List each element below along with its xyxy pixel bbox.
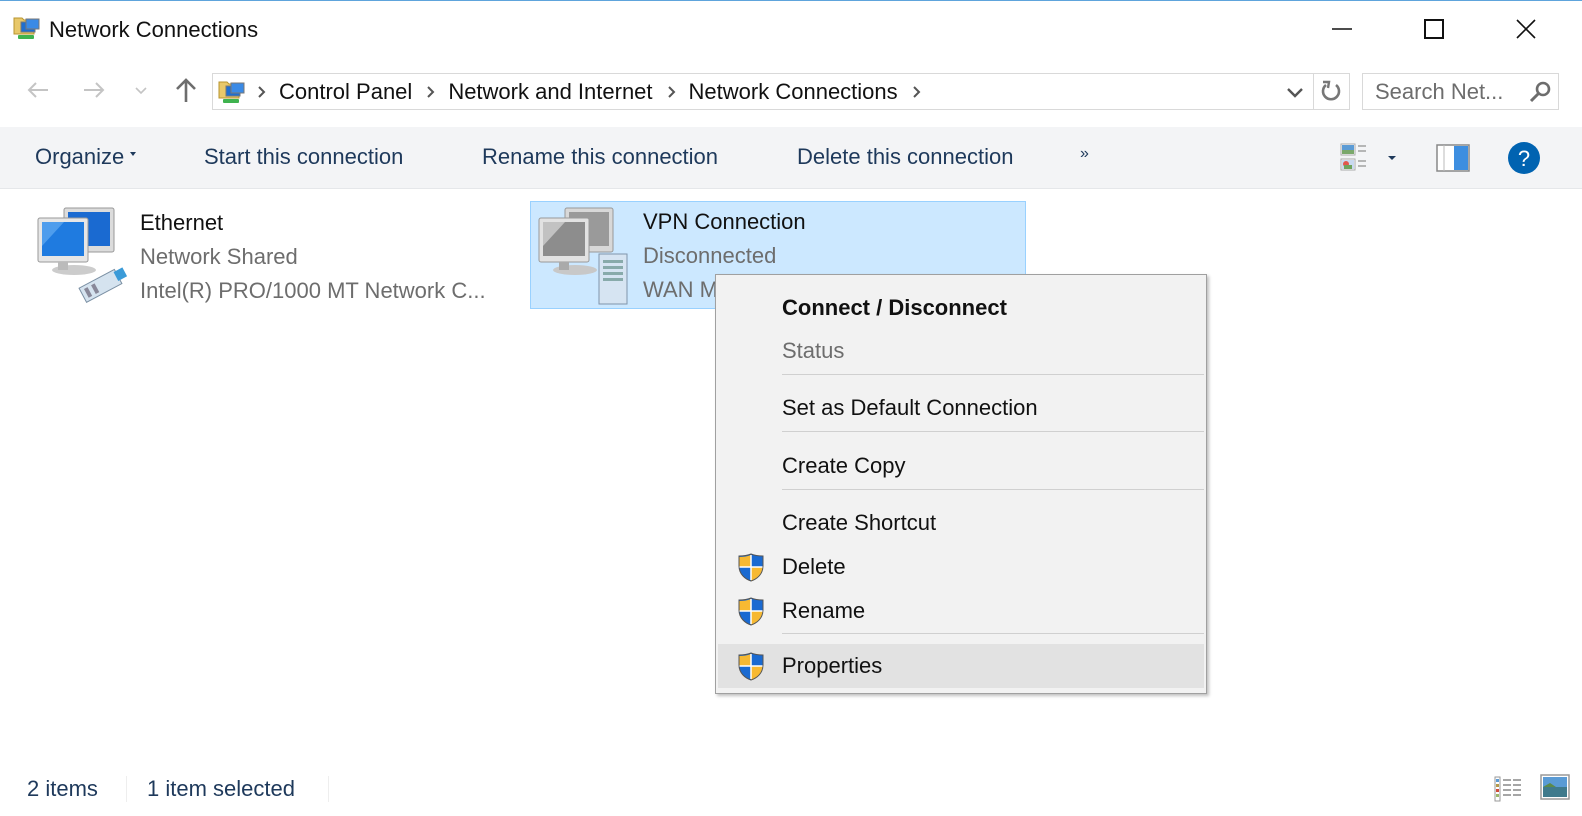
close-icon (1516, 19, 1536, 39)
title-bar: Network Connections (0, 1, 1582, 57)
menu-item-label: Rename (782, 598, 866, 623)
breadcrumb-separator[interactable] (902, 85, 930, 99)
breadcrumb-separator[interactable] (657, 85, 685, 99)
chevron-down-icon (1287, 87, 1303, 98)
uac-shield-icon (738, 652, 764, 681)
connection-name: Ethernet (140, 210, 224, 235)
caret-down-icon (1388, 156, 1396, 160)
menu-item-status: Status (718, 329, 1204, 371)
menu-item-create-shortcut[interactable]: Create Shortcut (718, 501, 1204, 543)
forward-button[interactable] (76, 72, 112, 108)
connection-status: Network Shared (140, 244, 298, 269)
chevron-right-icon (258, 85, 266, 98)
large-icons-view-icon[interactable] (1540, 774, 1570, 800)
menu-item-label: Set as Default Connection (782, 395, 1038, 420)
details-view-icon[interactable] (1494, 774, 1522, 802)
rename-connection-button[interactable]: Rename this connection (482, 144, 718, 170)
uac-shield-icon (738, 553, 764, 582)
address-bar[interactable]: Control Panel Network and Internet Netwo… (212, 73, 1314, 110)
status-selection: 1 item selected (147, 776, 295, 801)
svg-text:?: ? (1518, 146, 1530, 171)
help-icon[interactable]: ? (1506, 140, 1542, 176)
menu-item-create-copy[interactable]: Create Copy (718, 444, 1204, 486)
back-button[interactable] (20, 72, 56, 108)
menu-item-label: Properties (782, 653, 883, 678)
maximize-button[interactable] (1388, 1, 1480, 57)
menu-item-label: Create Shortcut (782, 510, 937, 535)
network-connections-icon (218, 81, 245, 103)
delete-connection-button[interactable]: Delete this connection (797, 144, 1013, 170)
preview-pane-icon[interactable] (1436, 144, 1470, 172)
more-commands-button[interactable]: » (1080, 145, 1089, 163)
recent-locations-button[interactable] (126, 72, 156, 108)
breadcrumb-separator[interactable] (247, 85, 275, 99)
status-divider (126, 776, 127, 802)
close-button[interactable] (1480, 1, 1572, 57)
menu-item-set-default[interactable]: Set as Default Connection (718, 386, 1204, 428)
organize-button[interactable]: Organize (35, 144, 137, 170)
minimize-icon (1332, 28, 1352, 30)
menu-item-delete[interactable]: Delete (718, 545, 1204, 587)
connection-device: Intel(R) PRO/1000 MT Network C... (140, 278, 486, 303)
menu-separator (782, 633, 1204, 634)
search-placeholder: Search Net... (1375, 78, 1504, 104)
connection-name: VPN Connection (643, 209, 806, 234)
minimize-button[interactable] (1296, 1, 1388, 57)
menu-item-connect-disconnect[interactable]: Connect / Disconnect (718, 286, 1204, 328)
window-title: Network Connections (49, 17, 259, 42)
search-icon[interactable] (1522, 80, 1558, 104)
status-item-count: 2 items (27, 776, 98, 801)
up-button[interactable] (168, 72, 204, 108)
ethernet-adapter-icon (37, 207, 128, 304)
uac-shield-icon (738, 597, 764, 626)
status-divider (328, 776, 329, 802)
connection-item-ethernet[interactable]: Ethernet Network Shared Intel(R) PRO/100… (28, 202, 518, 310)
menu-separator (782, 431, 1204, 432)
back-arrow-icon (27, 82, 48, 98)
breadcrumb-control-panel[interactable]: Control Panel (275, 79, 416, 105)
menu-item-rename[interactable]: Rename (718, 589, 1204, 631)
refresh-button[interactable] (1313, 73, 1350, 110)
maximize-icon (1424, 19, 1444, 39)
search-input[interactable]: Search Net... (1362, 73, 1559, 110)
network-connections-icon (13, 17, 40, 39)
address-history-dropdown[interactable] (1277, 74, 1313, 109)
start-connection-button[interactable]: Start this connection (204, 144, 403, 170)
vpn-connection-icon (538, 207, 628, 305)
chevron-right-icon (427, 85, 435, 98)
breadcrumb-network-connections[interactable]: Network Connections (685, 79, 902, 105)
breadcrumb-network-and-internet[interactable]: Network and Internet (444, 79, 656, 105)
command-bar: Organize Start this connection Rename th… (0, 127, 1582, 189)
forward-arrow-icon (84, 82, 105, 98)
menu-item-properties[interactable]: Properties (718, 644, 1204, 688)
connection-status: Disconnected (643, 243, 777, 268)
menu-item-label: Delete (782, 554, 846, 579)
connection-device: WAN M (643, 277, 718, 302)
caret-down-icon (130, 152, 137, 157)
up-arrow-icon (176, 78, 196, 102)
view-options-icon (1340, 143, 1366, 171)
breadcrumb-separator[interactable] (416, 85, 444, 99)
menu-item-label: Create Copy (782, 453, 906, 478)
organize-label: Organize (35, 144, 125, 169)
chevron-right-icon (912, 85, 921, 98)
chevron-right-icon (667, 85, 675, 98)
menu-item-label: Status (782, 338, 845, 363)
menu-separator (782, 489, 1204, 490)
context-menu: Connect / Disconnect Status Set as Defau… (715, 274, 1207, 694)
refresh-icon (1321, 80, 1341, 100)
menu-separator (782, 374, 1204, 375)
change-view-button[interactable] (1340, 141, 1402, 175)
chevron-down-icon (135, 87, 147, 95)
menu-item-label: Connect / Disconnect (782, 295, 1007, 320)
